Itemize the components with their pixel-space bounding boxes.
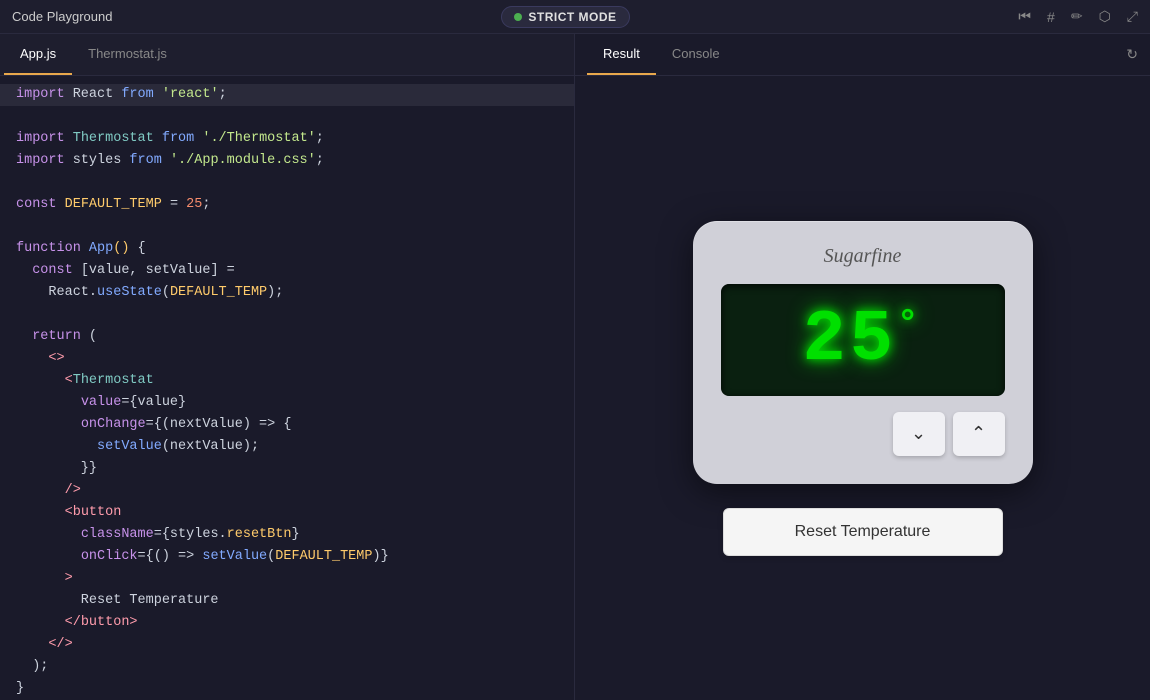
code-line: <button: [0, 502, 574, 524]
line-content: <button: [0, 502, 137, 524]
line-content: </>: [0, 634, 89, 656]
left-tab-bar: App.js Thermostat.js: [0, 34, 574, 76]
line-content: return (: [0, 326, 113, 348]
code-line: setValue(nextValue);: [0, 436, 574, 458]
display-screen: 25°: [721, 284, 1005, 396]
code-line: import styles from './App.module.css';: [0, 150, 574, 172]
code-line: function App() {: [0, 238, 574, 260]
title-bar-left: Code Playground: [12, 9, 112, 24]
refresh-icon[interactable]: ↻: [1126, 46, 1138, 63]
reset-temperature-button[interactable]: Reset Temperature: [723, 508, 1003, 556]
line-content: onChange={(nextValue) => {: [0, 414, 307, 436]
line-content: React.useState(DEFAULT_TEMP);: [0, 282, 299, 304]
line-content: />: [0, 480, 97, 502]
result-content: Sugarfine 25° ⌄ ⌃ Reset Temperature: [575, 76, 1150, 700]
device-controls: ⌄ ⌃: [721, 412, 1005, 456]
line-content: );: [0, 656, 64, 678]
code-line: >: [0, 568, 574, 590]
code-area[interactable]: import React from 'react'; import Thermo…: [0, 76, 574, 700]
title-bar: Code Playground STRICT MODE ⏮ # ✏ ⬡ ⤢: [0, 0, 1150, 34]
device-brand: Sugarfine: [721, 245, 1005, 268]
external-icon[interactable]: ⬡: [1099, 8, 1111, 25]
code-line: import Thermostat from './Thermostat';: [0, 128, 574, 150]
tab-console[interactable]: Console: [656, 34, 736, 75]
strict-dot: [514, 13, 522, 21]
temperature-display: 25°: [802, 299, 922, 381]
line-content: [0, 216, 40, 238]
line-content: setValue(nextValue);: [0, 436, 275, 458]
code-line: value={value}: [0, 392, 574, 414]
main-layout: App.js Thermostat.js import React from '…: [0, 34, 1150, 700]
line-content: [0, 172, 40, 194]
line-content: <>: [0, 348, 81, 370]
line-content: import Thermostat from './Thermostat';: [0, 128, 340, 150]
code-line: }}: [0, 458, 574, 480]
strict-mode-label: STRICT MODE: [528, 10, 616, 24]
hash-icon[interactable]: #: [1047, 9, 1055, 25]
line-content: import styles from './App.module.css';: [0, 150, 340, 172]
thermostat-device: Sugarfine 25° ⌄ ⌃: [693, 221, 1033, 484]
tab-appjs[interactable]: App.js: [4, 34, 72, 75]
pencil-icon[interactable]: ✏: [1071, 8, 1083, 25]
code-line: [0, 304, 574, 326]
code-line: }: [0, 678, 574, 700]
line-content: onClick={() => setValue(DEFAULT_TEMP)}: [0, 546, 405, 568]
code-line: return (: [0, 326, 574, 348]
line-content: </button>: [0, 612, 154, 634]
line-content: className={styles.resetBtn}: [0, 524, 316, 546]
tab-thermostatjs[interactable]: Thermostat.js: [72, 34, 183, 75]
app-title: Code Playground: [12, 9, 112, 24]
code-line: [0, 106, 574, 128]
result-tab-bar: Result Console ↻: [575, 34, 1150, 76]
line-content: <Thermostat: [0, 370, 170, 392]
result-panel: Result Console ↻ Sugarfine 25° ⌄ ⌃: [575, 34, 1150, 700]
temp-value: 25: [802, 299, 896, 381]
code-line: onChange={(nextValue) => {: [0, 414, 574, 436]
line-content: Reset Temperature: [0, 590, 235, 612]
code-line: onClick={() => setValue(DEFAULT_TEMP)}: [0, 546, 574, 568]
code-line: );: [0, 656, 574, 678]
thermostat-wrapper: Sugarfine 25° ⌄ ⌃ Reset Temperature: [693, 221, 1033, 556]
line-content: const DEFAULT_TEMP = 25;: [0, 194, 226, 216]
code-line: <Thermostat: [0, 370, 574, 392]
code-line: React.useState(DEFAULT_TEMP);: [0, 282, 574, 304]
temp-up-button[interactable]: ⌃: [953, 412, 1005, 456]
back-icon[interactable]: ⏮: [1018, 8, 1031, 25]
code-line: import React from 'react';: [0, 84, 574, 106]
result-tabs: Result Console: [587, 34, 736, 75]
line-content: [0, 304, 40, 326]
code-line: <>: [0, 348, 574, 370]
tab-result[interactable]: Result: [587, 34, 656, 75]
line-content: }: [0, 678, 40, 700]
line-content: const [value, setValue] =: [0, 260, 251, 282]
code-line: const DEFAULT_TEMP = 25;: [0, 194, 574, 216]
code-line: </>: [0, 634, 574, 656]
code-line: [0, 172, 574, 194]
code-line: />: [0, 480, 574, 502]
line-content: function App() {: [0, 238, 162, 260]
title-bar-icons: ⏮ # ✏ ⬡ ⤢: [1018, 8, 1138, 25]
expand-icon[interactable]: ⤢: [1127, 8, 1138, 25]
degree-symbol: °: [897, 304, 923, 345]
code-line: Reset Temperature: [0, 590, 574, 612]
line-content: value={value}: [0, 392, 202, 414]
code-line: </button>: [0, 612, 574, 634]
line-content: import React from 'react';: [0, 84, 243, 106]
code-line: [0, 216, 574, 238]
code-line: className={styles.resetBtn}: [0, 524, 574, 546]
line-content: [0, 106, 40, 128]
code-line: const [value, setValue] =: [0, 260, 574, 282]
strict-mode-badge[interactable]: STRICT MODE: [501, 6, 629, 28]
temp-down-button[interactable]: ⌄: [893, 412, 945, 456]
code-panel: App.js Thermostat.js import React from '…: [0, 34, 575, 700]
line-content: >: [0, 568, 89, 590]
line-content: }}: [0, 458, 113, 480]
